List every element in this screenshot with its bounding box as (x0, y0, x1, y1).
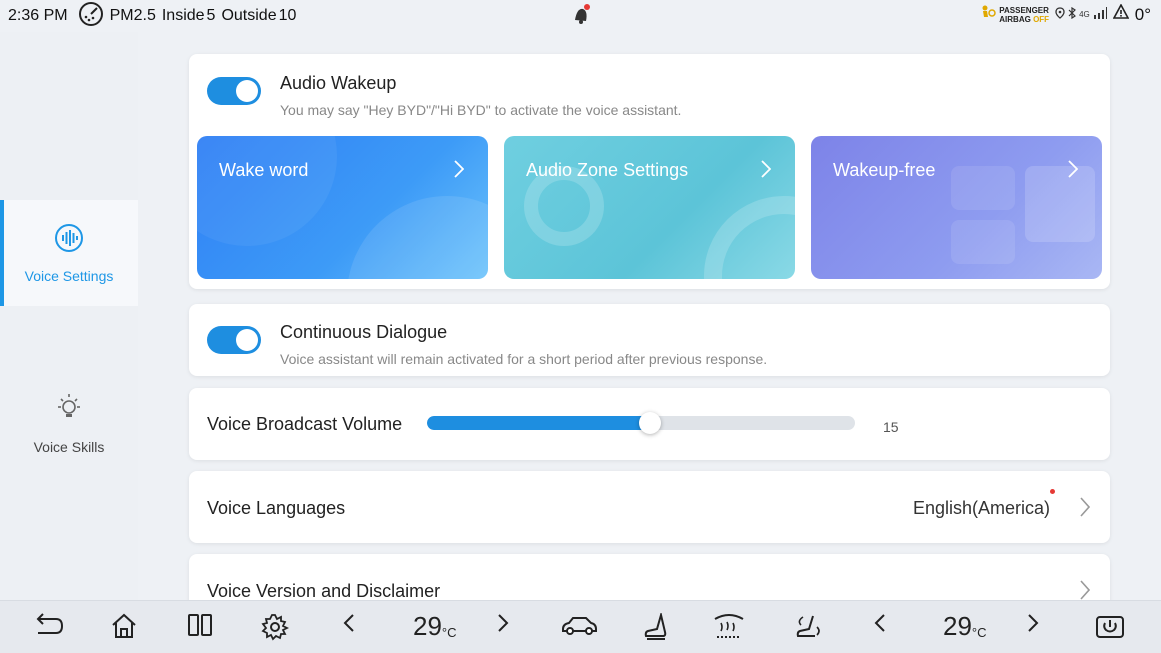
lightbulb-icon (53, 392, 85, 427)
temp-unit: °C (971, 625, 987, 640)
defrost-icon[interactable] (713, 613, 745, 641)
chevron-right-icon (454, 160, 465, 183)
right-temperature: 29°C (943, 611, 987, 642)
left-temp-value: 29 (413, 611, 442, 641)
broadcast-volume-label: Voice Broadcast Volume (207, 414, 403, 434)
right-temp-value: 29 (943, 611, 972, 641)
airbag-icon (980, 4, 997, 25)
outside-label: Outside (221, 7, 277, 24)
seat-heating-icon[interactable] (643, 613, 669, 641)
tile-decoration (197, 136, 337, 246)
continuous-dialogue-toggle[interactable] (207, 326, 261, 354)
right-temp-down-icon[interactable] (874, 613, 886, 633)
status-bar: 2:36 PM PM2.5 Inside 5 Outside 10 PASSENGE… (0, 0, 1161, 32)
warning-icon (1112, 3, 1130, 25)
audio-wakeup-subtitle: You may say "Hey BYD"/"Hi BYD" to activa… (280, 102, 682, 118)
continuous-dialogue-subtitle: Voice assistant will remain activated fo… (280, 351, 768, 367)
tile-decoration (704, 196, 795, 279)
voice-languages-value: English(America) (912, 498, 1050, 518)
audio-wakeup-toggle[interactable] (207, 77, 261, 105)
volume-slider-knob[interactable] (639, 412, 661, 434)
pm-label: PM2.5 (109, 7, 156, 24)
voice-languages-label: Voice Languages (207, 498, 346, 518)
audio-wakeup-title: Audio Wakeup (280, 73, 397, 93)
power-icon[interactable] (1095, 613, 1125, 639)
left-temp-up-icon[interactable] (497, 613, 509, 633)
volume-slider-fill (427, 416, 650, 430)
clock: 2:36 PM (8, 7, 68, 24)
chevron-right-icon (1068, 160, 1079, 183)
airbag-status: PASSENGER AIRBAG OFF (980, 4, 1049, 25)
continuous-dialogue-card: Continuous Dialogue Voice assistant will… (189, 304, 1110, 376)
sidebar-item-voice-skills[interactable]: Voice Skills (0, 370, 138, 476)
bluetooth-icon (1068, 6, 1077, 22)
right-temp-up-icon[interactable] (1027, 613, 1039, 633)
left-temp-down-icon[interactable] (343, 613, 355, 633)
settings-gear-icon[interactable] (261, 613, 289, 641)
outside-temperature: 0° (1134, 4, 1151, 24)
air-quality-indicator[interactable]: PM2.5 Inside 5 Outside 10 (78, 1, 297, 32)
left-temperature: 29°C (413, 611, 457, 642)
network-label: 4G (1079, 10, 1090, 19)
back-icon[interactable] (34, 613, 64, 639)
continuous-dialogue-title: Continuous Dialogue (280, 322, 448, 342)
car-climate-icon[interactable] (560, 613, 598, 637)
voice-wave-icon (54, 223, 84, 256)
airbag-line2: AIRBAG (999, 14, 1031, 24)
wake-word-tile[interactable]: Wake word (197, 136, 488, 279)
seat-ventilation-icon[interactable] (793, 613, 821, 641)
wakeup-free-label: Wakeup-free (833, 160, 936, 180)
inside-label: Inside (161, 7, 205, 24)
tile-decoration (347, 196, 488, 279)
notification-icon[interactable] (572, 4, 592, 31)
new-badge-dot (1050, 489, 1055, 494)
outside-value: 10 (278, 7, 297, 24)
bottom-bar: 29°C 29°C (0, 600, 1161, 653)
tile-decoration (1025, 166, 1095, 242)
wake-word-label: Wake word (219, 160, 309, 180)
audio-wakeup-card: Audio Wakeup You may say "Hey BYD"/"Hi B… (189, 54, 1110, 289)
sidebar-item-voice-settings[interactable]: Voice Settings (0, 200, 138, 306)
broadcast-volume-card: Voice Broadcast Volume 15 (189, 388, 1110, 460)
audio-zone-settings-tile[interactable]: Audio Zone Settings (504, 136, 795, 279)
sidebar: Voice Settings Voice Skills (0, 32, 138, 600)
air-quality-icon (78, 1, 104, 32)
inside-value: 5 (206, 7, 216, 24)
signal-icon (1093, 7, 1107, 22)
chevron-right-icon (761, 160, 772, 183)
tile-decoration (951, 166, 1015, 210)
tile-decoration (951, 220, 1015, 264)
voice-languages-row[interactable]: Voice Languages English(America) (189, 471, 1110, 543)
chevron-right-icon (1080, 497, 1091, 522)
sidebar-item-label: Voice Skills (33, 438, 105, 455)
volume-value: 15 (883, 419, 899, 435)
audio-zone-settings-label: Audio Zone Settings (526, 160, 689, 180)
split-screen-icon[interactable] (187, 613, 213, 637)
airbag-line1: PASSENGER (999, 5, 1049, 15)
wakeup-free-tile[interactable]: Wakeup-free (811, 136, 1102, 279)
location-icon (1055, 7, 1065, 22)
airbag-state: OFF (1033, 14, 1050, 24)
voice-version-label: Voice Version and Disclaimer (207, 581, 441, 601)
sidebar-item-label: Voice Settings (24, 267, 114, 284)
temp-unit: °C (441, 625, 457, 640)
home-icon[interactable] (110, 613, 138, 639)
